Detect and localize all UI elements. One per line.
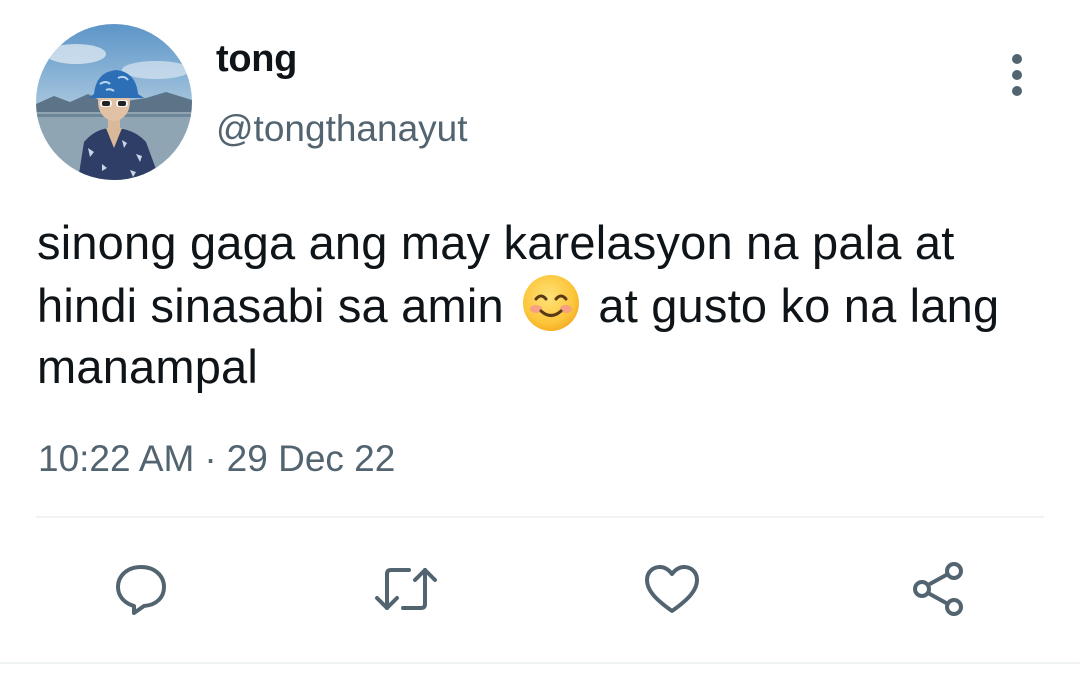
- tweet-timestamp[interactable]: 10:22 AM · 29 Dec 22: [38, 438, 395, 480]
- action-bar: [0, 556, 1080, 626]
- divider: [0, 662, 1080, 664]
- tweet-text: sinong gaga ang may karelasyon na pala a…: [37, 212, 1047, 397]
- timestamp-separator: ·: [204, 438, 217, 479]
- more-vertical-icon: [1009, 53, 1025, 102]
- reply-icon: [114, 563, 168, 620]
- retweet-button[interactable]: [371, 556, 441, 626]
- smiling-face-emoji-icon: [521, 273, 581, 333]
- share-icon: [908, 559, 968, 624]
- user-handle[interactable]: @tongthanayut: [216, 108, 468, 150]
- divider: [36, 516, 1044, 518]
- tweet-card: tong @tongthanayut sinong gaga ang may k…: [0, 0, 1080, 681]
- share-button[interactable]: [903, 556, 973, 626]
- avatar[interactable]: [36, 24, 192, 180]
- tweet-date: 29 Dec 22: [226, 438, 396, 479]
- retweet-icon: [373, 564, 439, 619]
- more-options-button[interactable]: [990, 50, 1044, 104]
- reply-button[interactable]: [106, 556, 176, 626]
- like-button[interactable]: [637, 556, 707, 626]
- heart-icon: [643, 563, 701, 620]
- display-name[interactable]: tong: [216, 38, 297, 81]
- tweet-time: 10:22 AM: [38, 438, 195, 479]
